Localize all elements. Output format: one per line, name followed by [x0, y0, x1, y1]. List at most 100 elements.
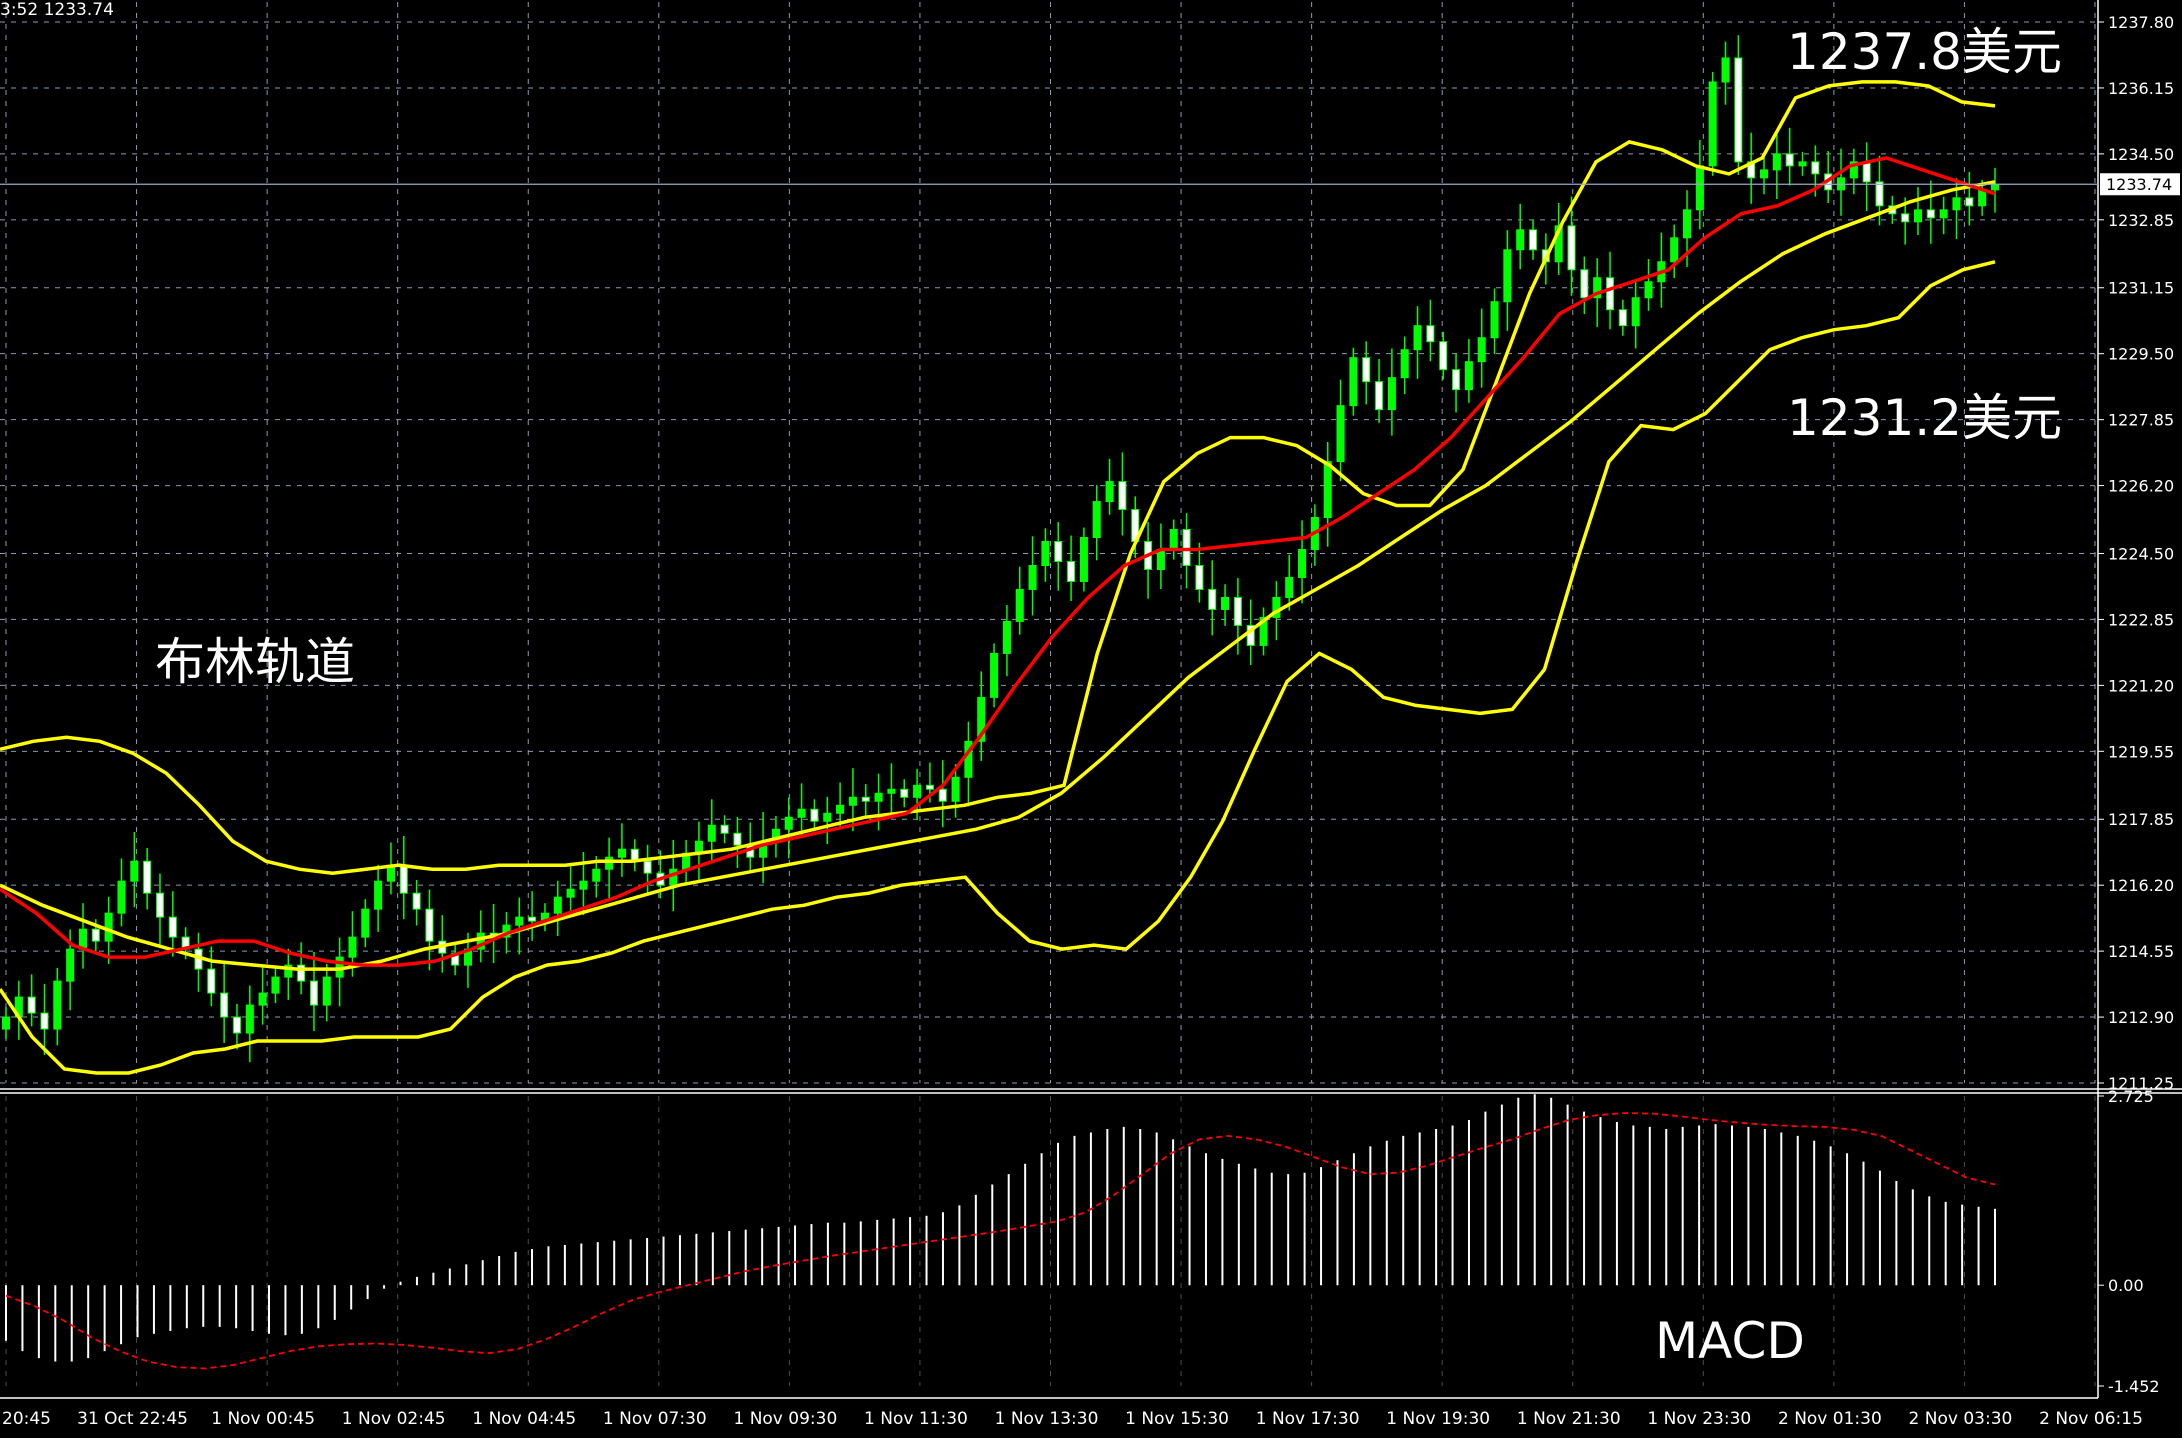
- upper-price-annotation: 1237.8美元: [1787, 23, 2062, 81]
- bull-candle: [605, 856, 614, 870]
- x-tick-label: 2 Nov 06:15: [2039, 1409, 2143, 1429]
- bull-candle: [515, 916, 524, 926]
- bull-candle: [1041, 541, 1050, 566]
- bull-candle: [258, 992, 267, 1006]
- y-tick-label: 1229.50: [2108, 345, 2174, 364]
- y-tick-label: 1232.85: [2108, 211, 2174, 230]
- bear-candle: [309, 980, 319, 1006]
- bear-candle: [1067, 560, 1076, 582]
- bear-candle: [861, 796, 870, 802]
- bull-candle: [1015, 588, 1024, 622]
- bull-candle: [245, 1004, 254, 1034]
- bull-candle: [53, 980, 62, 1030]
- bear-candle: [1567, 225, 1576, 271]
- x-tick-label: 1 Nov 15:30: [1125, 1409, 1229, 1429]
- bull-candle: [784, 816, 793, 830]
- bull-candle: [848, 796, 857, 806]
- bull-candle: [117, 880, 126, 914]
- y-tick-label: 1216.20: [2108, 876, 2174, 895]
- x-tick-label: 1 Nov 19:30: [1386, 1409, 1490, 1429]
- bull-candle: [1464, 361, 1473, 391]
- x-tick-label: 1 Nov 21:30: [1517, 1409, 1621, 1429]
- bear-candle: [1426, 325, 1435, 343]
- bear-candle: [1926, 209, 1935, 219]
- bull-candle: [887, 788, 896, 794]
- bear-candle: [720, 824, 729, 834]
- bull-candle: [836, 804, 845, 814]
- x-tick-label: 1 Nov 11:30: [864, 1409, 968, 1429]
- bull-candle: [1490, 301, 1499, 339]
- bear-candle: [1875, 181, 1884, 207]
- price-header: 3:52 1233.74: [0, 0, 114, 20]
- bull-candle: [1387, 377, 1396, 411]
- y-tick-label: 1224.50: [2108, 544, 2174, 563]
- x-tick-label: 1 Nov 07:30: [603, 1409, 707, 1429]
- x-tick-label: 1 Nov 23:30: [1647, 1409, 1751, 1429]
- bear-candle: [1233, 596, 1242, 626]
- bull-candle: [566, 888, 575, 898]
- bull-candle: [271, 976, 280, 994]
- bull-candle: [1349, 357, 1358, 407]
- y-tick-label: 1221.20: [2108, 676, 2174, 695]
- bull-candle: [1156, 549, 1165, 570]
- y-tick-label: 1222.85: [2108, 610, 2174, 629]
- bear-candle: [643, 860, 652, 874]
- bull-candle: [1772, 153, 1781, 171]
- bear-candle: [168, 916, 177, 938]
- y-tick-label: 1226.20: [2108, 477, 2174, 496]
- bear-candle: [1362, 357, 1371, 383]
- bear-candle: [207, 968, 216, 994]
- bull-candle: [1002, 620, 1011, 654]
- bull-candle: [913, 784, 922, 798]
- y-tick-label: 1217.85: [2108, 810, 2174, 829]
- bear-candle: [1901, 213, 1910, 223]
- bear-candle: [1375, 381, 1384, 411]
- bull-candle: [707, 824, 716, 842]
- bull-candle: [1952, 197, 1961, 211]
- bear-candle: [925, 784, 934, 790]
- x-tick-label: 31 Oct 22:45: [77, 1409, 188, 1429]
- bull-candle: [1631, 297, 1640, 327]
- bear-candle: [1054, 541, 1063, 562]
- bull-candle: [617, 848, 626, 858]
- bull-candle: [1400, 349, 1409, 379]
- bear-candle: [1208, 588, 1217, 610]
- bull-candle: [1413, 325, 1422, 351]
- bear-candle: [1785, 153, 1794, 167]
- bull-candle: [874, 792, 883, 802]
- bull-candle: [1913, 209, 1923, 223]
- bull-candle: [1990, 183, 2000, 191]
- bull-candle: [797, 808, 806, 818]
- bear-candle: [27, 996, 36, 1014]
- bear-candle: [1862, 161, 1871, 183]
- bull-candle: [1708, 81, 1717, 167]
- bull-candle: [1516, 229, 1525, 251]
- macd-tick-label: 0.00: [2108, 1276, 2144, 1295]
- bear-candle: [155, 892, 165, 918]
- bull-candle: [1, 1016, 11, 1030]
- bear-candle: [143, 860, 152, 894]
- bull-candle: [130, 860, 139, 882]
- bear-candle: [1182, 529, 1191, 566]
- x-tick-label: 2 Nov 01:30: [1778, 1409, 1882, 1429]
- x-tick-label: 1 Nov 00:45: [211, 1409, 315, 1429]
- macd-tick-label: 2.725: [2108, 1087, 2154, 1106]
- bull-candle: [669, 868, 678, 886]
- bull-candle: [322, 976, 331, 1006]
- bear-candle: [412, 892, 421, 910]
- bull-candle: [1323, 461, 1332, 519]
- lower-price-annotation: 1231.2美元: [1787, 389, 2062, 447]
- bull-candle: [1503, 249, 1512, 303]
- bear-candle: [40, 1012, 49, 1030]
- x-tick-label: 2 Nov 03:30: [1909, 1409, 2013, 1429]
- bull-candle: [1092, 501, 1101, 539]
- bull-candle: [579, 880, 588, 890]
- bull-candle: [1169, 529, 1178, 551]
- bear-candle: [1195, 564, 1204, 590]
- bull-candle: [1285, 576, 1294, 598]
- y-tick-label: 1237.80: [2108, 13, 2174, 32]
- x-tick-label: 1 Nov 09:30: [733, 1409, 837, 1429]
- bull-candle: [1644, 281, 1653, 299]
- bull-candle: [1336, 405, 1345, 463]
- bull-candle: [1978, 189, 1987, 207]
